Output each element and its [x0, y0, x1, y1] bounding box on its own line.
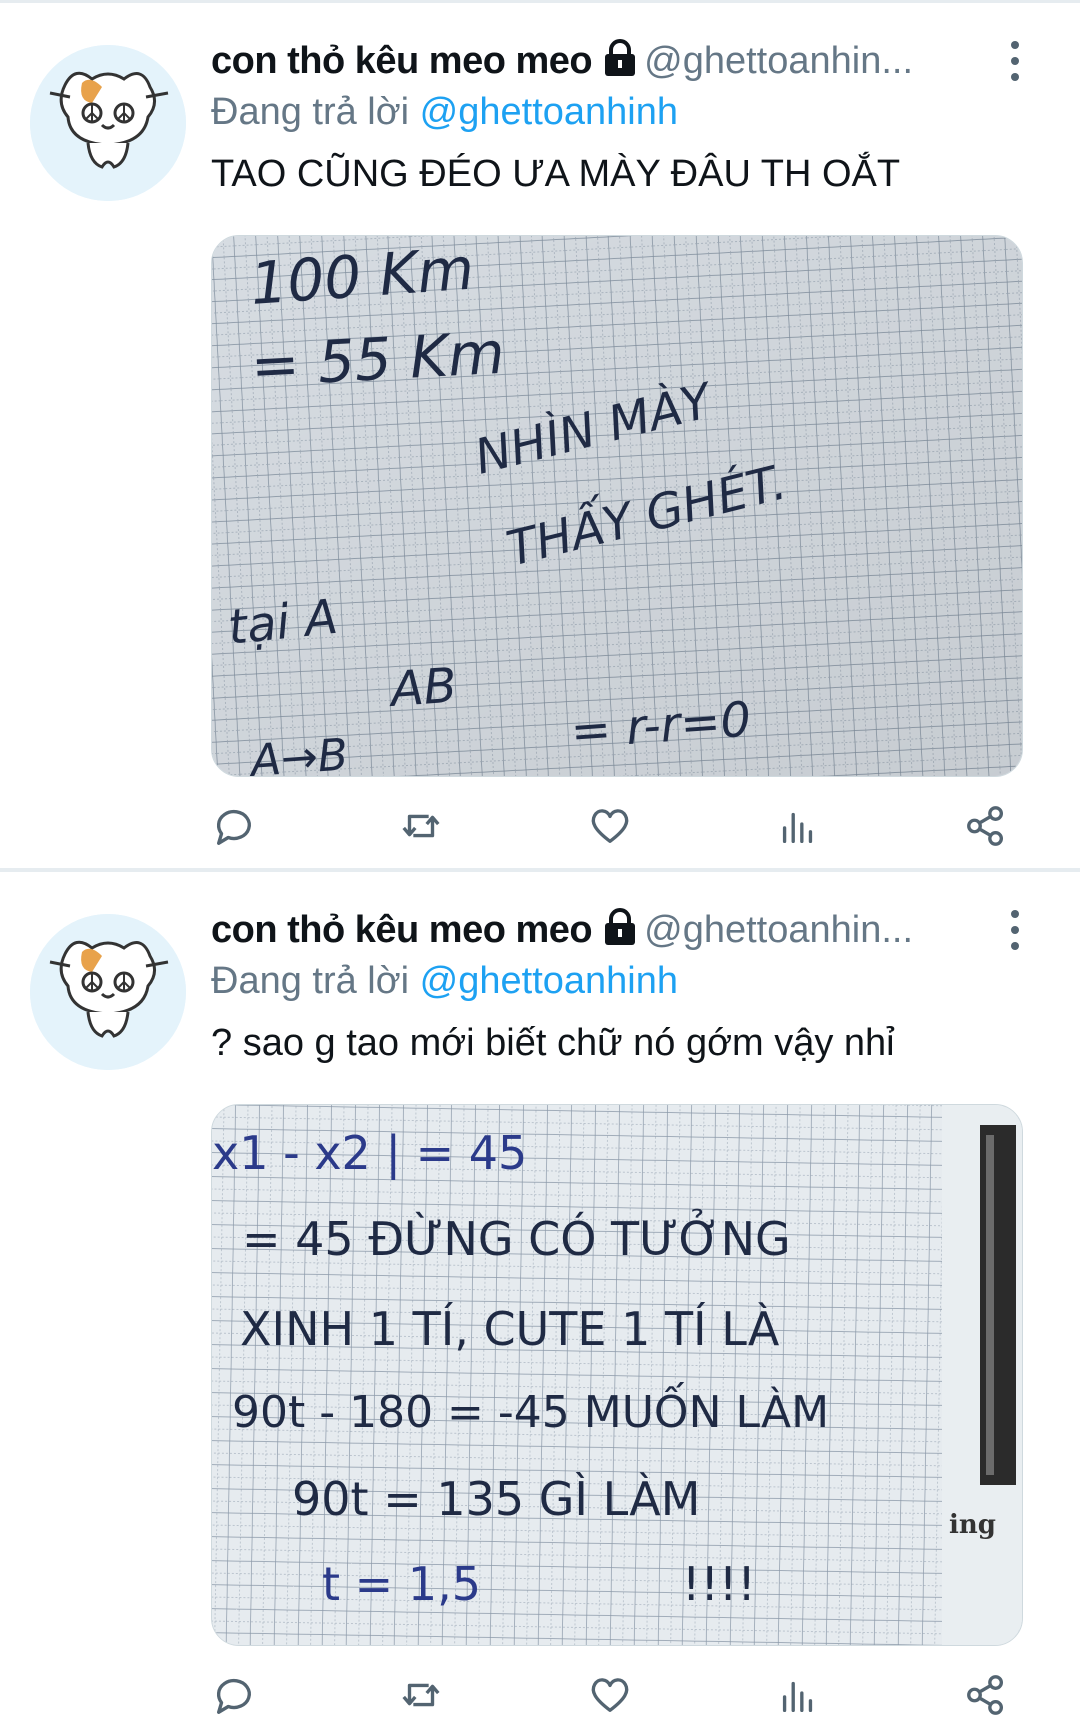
- reply-prefix: Đang trả lời: [211, 91, 410, 133]
- handwriting-line: !!!!: [682, 1557, 756, 1611]
- tweet-text: ? sao g tao mới biết chữ nó gớm vậy nhỉ: [211, 1022, 895, 1064]
- action-bar: [211, 803, 1021, 853]
- tweet-photo[interactable]: 100 Km = 55 Km NHÌN MÀY THẤY GHÉT. tại A…: [211, 235, 1023, 777]
- tweet-header: con thỏ kêu meo meo @ghettoanhin...: [211, 39, 991, 89]
- display-name[interactable]: con thỏ kêu meo meo: [211, 40, 593, 82]
- tweet-text: TAO CŨNG ĐÉO ƯA MÀY ĐÂU TH OẮT: [211, 153, 901, 195]
- tweet-photo[interactable]: ing x1 - x2 | = 45 = 45 ĐỪNG CÓ TƯỞNG XI…: [211, 1104, 1023, 1646]
- avatar[interactable]: [30, 914, 186, 1070]
- share-icon[interactable]: [963, 1672, 1013, 1722]
- tweet[interactable]: con thỏ kêu meo meo @ghettoanhin... Đang …: [0, 872, 1080, 1736]
- user-handle[interactable]: @ghettoanhin...: [644, 40, 913, 82]
- handwriting-line: A→B: [246, 729, 349, 776]
- retweet-icon[interactable]: [398, 803, 448, 853]
- display-name[interactable]: con thỏ kêu meo meo: [211, 909, 593, 951]
- more-vertical-icon[interactable]: [1000, 37, 1030, 87]
- analytics-icon[interactable]: [775, 803, 825, 853]
- tweet[interactable]: con thỏ kêu meo meo @ghettoanhin... Đang …: [0, 3, 1080, 870]
- reply-prefix: Đang trả lời: [211, 960, 410, 1002]
- more-vertical-icon[interactable]: [1000, 906, 1030, 956]
- handwriting-line: ing: [949, 1510, 996, 1540]
- reply-icon[interactable]: [211, 803, 261, 853]
- handwriting-line: = 55 Km: [249, 319, 506, 400]
- handwriting-line: x1 - x2 | = 45: [212, 1126, 527, 1181]
- handwriting-line: AB: [386, 658, 459, 719]
- action-bar: [211, 1672, 1021, 1722]
- handwriting-line: tại A: [225, 589, 340, 656]
- reply-context: Đang trả lời @ghettoanhinh: [211, 960, 678, 1003]
- reply-mention-link[interactable]: @ghettoanhinh: [420, 91, 678, 133]
- handwriting-line: 90t = 135 GÌ LÀM: [292, 1472, 700, 1526]
- reply-mention-link[interactable]: @ghettoanhinh: [420, 960, 678, 1002]
- avatar[interactable]: [30, 45, 186, 201]
- share-icon[interactable]: [963, 803, 1013, 853]
- handwriting-line: t = 1,5: [322, 1557, 481, 1611]
- handwriting-line: XINH 1 TÍ, CUTE 1 TÍ LÀ: [240, 1302, 780, 1356]
- retweet-icon[interactable]: [398, 1672, 448, 1722]
- reply-icon[interactable]: [211, 1672, 261, 1722]
- lock-icon: [602, 908, 638, 951]
- like-icon[interactable]: [587, 803, 637, 853]
- reply-context: Đang trả lời @ghettoanhinh: [211, 91, 678, 134]
- user-handle[interactable]: @ghettoanhin...: [644, 909, 913, 951]
- analytics-icon[interactable]: [775, 1672, 825, 1722]
- like-icon[interactable]: [587, 1672, 637, 1722]
- handwriting-line: = 45 ĐỪNG CÓ TƯỞNG: [242, 1209, 791, 1266]
- handwriting-line: 90t - 180 = -45 MUỐN LÀM: [232, 1381, 829, 1438]
- tweet-header: con thỏ kêu meo meo @ghettoanhin...: [211, 908, 991, 958]
- lock-icon: [602, 39, 638, 82]
